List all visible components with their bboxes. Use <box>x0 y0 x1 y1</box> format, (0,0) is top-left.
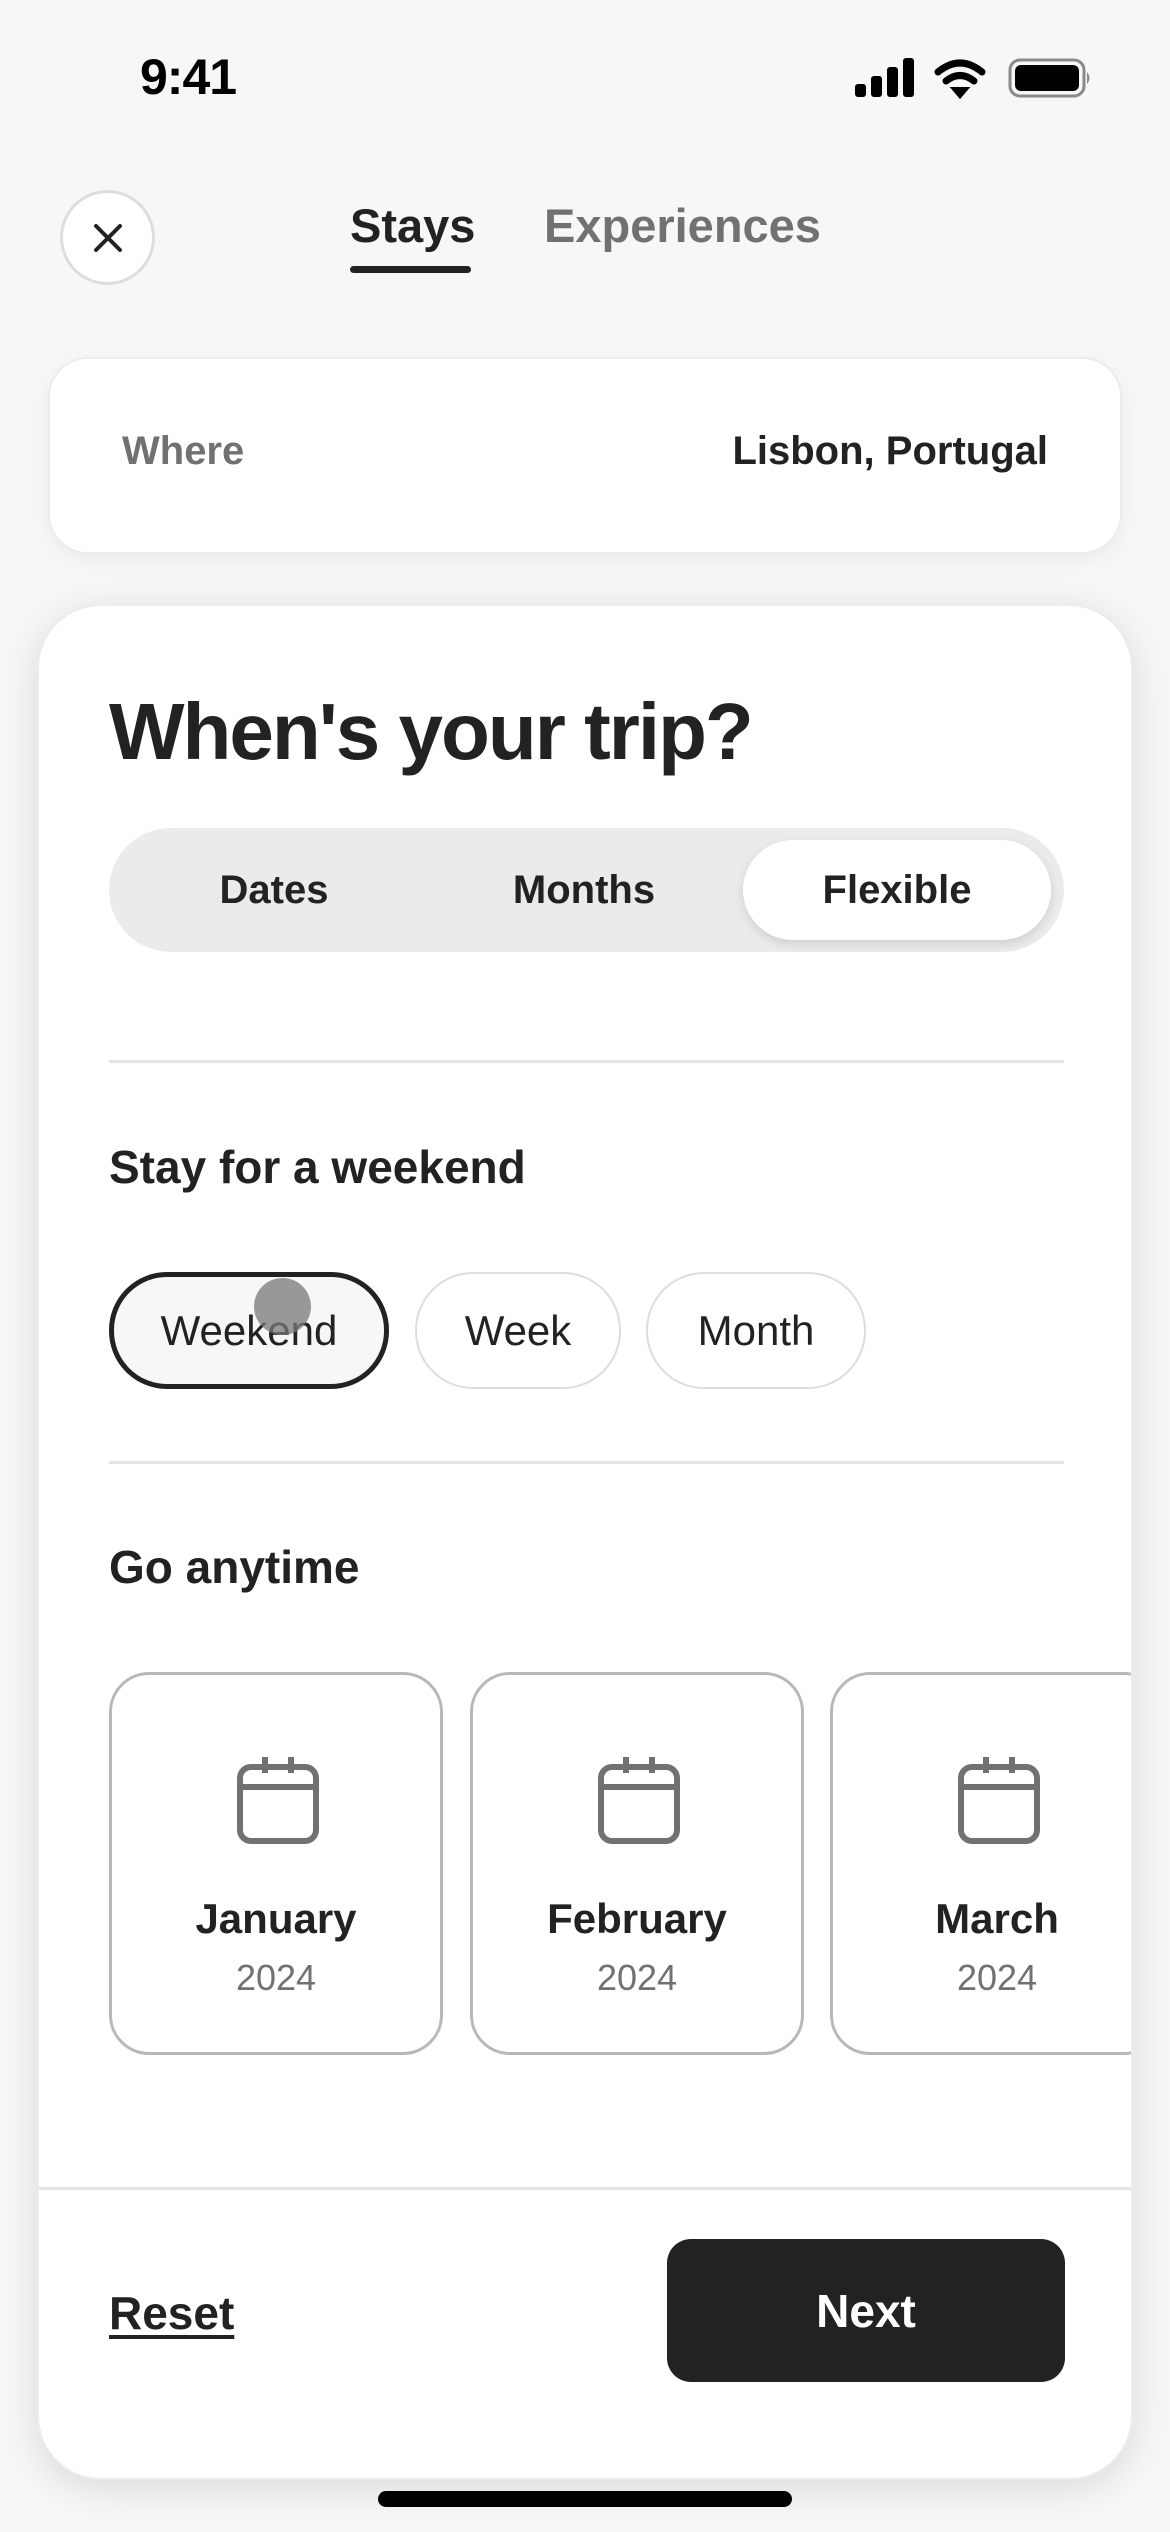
close-button[interactable] <box>60 190 155 285</box>
month-name: March <box>935 1895 1059 1942</box>
battery-icon <box>1008 58 1090 98</box>
segment-months[interactable]: Months <box>419 840 749 940</box>
tab-experiences[interactable]: Experiences <box>544 198 821 253</box>
when-card: When's your trip? Dates Months Flexible … <box>37 604 1133 2480</box>
month-card-january[interactable]: January 2024 <box>109 1672 443 2055</box>
close-icon <box>93 223 122 252</box>
month-year: 2024 <box>596 1957 678 1998</box>
where-card[interactable]: Where Lisbon, Portugal <box>48 357 1122 554</box>
month-name: February <box>547 1895 727 1942</box>
wifi-icon <box>934 59 986 100</box>
duration-chip-weekend[interactable]: Weekend <box>109 1272 389 1389</box>
touch-indicator <box>254 1278 311 1335</box>
page-title: When's your trip? <box>109 687 754 776</box>
calendar-icon <box>237 1757 319 1844</box>
month-year: 2024 <box>235 1957 317 1998</box>
go-anytime-section-title: Go anytime <box>109 1541 360 1593</box>
where-value: Lisbon, Portugal <box>732 429 1048 473</box>
calendar-icon <box>958 1757 1040 1844</box>
footer-divider <box>39 2187 1131 2190</box>
next-button[interactable]: Next <box>667 2239 1065 2382</box>
duration-chip-month[interactable]: Month <box>646 1272 866 1389</box>
segment-flexible[interactable]: Flexible <box>743 840 1051 940</box>
calendar-icon <box>598 1757 680 1844</box>
divider <box>109 1060 1064 1063</box>
home-indicator <box>378 2491 792 2507</box>
stay-section-title: Stay for a weekend <box>109 1141 526 1193</box>
month-card-february[interactable]: February 2024 <box>470 1672 804 2055</box>
where-label: Where <box>122 429 245 473</box>
segment-dates[interactable]: Dates <box>109 840 439 940</box>
month-card-march[interactable]: March 2024 <box>830 1672 1131 2055</box>
tab-stays-underline <box>350 266 471 273</box>
month-year: 2024 <box>956 1957 1038 1998</box>
divider <box>109 1461 1064 1464</box>
status-time: 9:41 <box>140 49 237 105</box>
date-mode-segmented-control: Dates Months Flexible <box>109 828 1064 952</box>
reset-button[interactable]: Reset <box>109 2286 234 2340</box>
duration-chip-week[interactable]: Week <box>415 1272 621 1389</box>
cellular-signal-icon <box>855 58 914 97</box>
tab-stays[interactable]: Stays <box>350 198 475 253</box>
status-icons <box>852 56 1092 100</box>
month-name: January <box>195 1895 357 1942</box>
